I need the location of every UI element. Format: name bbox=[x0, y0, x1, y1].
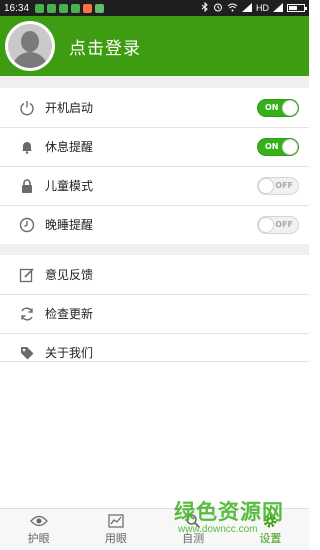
login-link[interactable]: 点击登录 bbox=[69, 34, 141, 59]
toggle-state: OFF bbox=[275, 219, 293, 229]
battery-level bbox=[289, 6, 297, 10]
late-sleep-toggle[interactable]: OFF bbox=[257, 215, 299, 234]
eye-icon bbox=[29, 513, 48, 529]
toggle-state: ON bbox=[265, 141, 279, 151]
refresh-icon bbox=[18, 305, 36, 323]
tag-icon bbox=[18, 344, 36, 362]
notification-icon bbox=[47, 3, 57, 13]
signal-icon bbox=[242, 2, 252, 14]
toggle-knob bbox=[258, 177, 274, 194]
notification-icon bbox=[95, 3, 105, 13]
toggle-state: OFF bbox=[275, 180, 293, 190]
setting-label: 开机启动 bbox=[45, 101, 94, 115]
setting-row-late-sleep-reminder[interactable]: 晚睡提醒 OFF bbox=[0, 205, 309, 244]
status-bar: 16:34 HD bbox=[0, 0, 309, 16]
status-time: 16:34 bbox=[4, 2, 30, 14]
action-label: 检查更新 bbox=[45, 307, 94, 321]
tab-label: 自测 bbox=[182, 532, 205, 545]
toggle-knob bbox=[282, 138, 298, 155]
startup-toggle[interactable]: ON bbox=[257, 98, 299, 117]
tab-self-test[interactable]: 自测 bbox=[155, 509, 232, 550]
setting-row-child-mode[interactable]: 儿童模式 OFF bbox=[0, 166, 309, 205]
tab-eye-care[interactable]: 护眼 bbox=[0, 509, 77, 550]
tab-label: 护眼 bbox=[27, 532, 50, 545]
search-icon bbox=[184, 513, 202, 529]
notification-icon bbox=[35, 3, 45, 13]
clock-icon bbox=[18, 216, 36, 234]
avatar-placeholder-icon bbox=[8, 24, 52, 68]
toggle-knob bbox=[282, 99, 298, 116]
toggle-knob bbox=[258, 216, 274, 233]
alarm-icon bbox=[213, 2, 223, 14]
setting-label: 晚睡提醒 bbox=[45, 218, 94, 232]
tab-label: 设置 bbox=[259, 532, 282, 545]
signal-icon bbox=[273, 2, 283, 14]
setting-row-rest-reminder[interactable]: 休息提醒 ON bbox=[0, 127, 309, 166]
child-mode-toggle[interactable]: OFF bbox=[257, 176, 299, 195]
notification-icon bbox=[71, 3, 81, 13]
battery-icon bbox=[287, 4, 307, 12]
feedback-item[interactable]: 意见反馈 bbox=[0, 255, 309, 294]
bottom-tab-bar: 护眼 用眼 自测 设置 bbox=[0, 508, 309, 550]
wifi-icon bbox=[227, 3, 238, 14]
toggle-state: ON bbox=[265, 102, 279, 112]
lock-icon bbox=[18, 177, 36, 195]
chart-icon bbox=[107, 513, 125, 529]
action-label: 意见反馈 bbox=[45, 268, 94, 282]
toggle-settings-list: 开机启动 ON 休息提醒 ON 儿童模式 OFF 晚睡提醒 OFF bbox=[0, 88, 309, 244]
section-divider bbox=[0, 244, 309, 255]
check-update-item[interactable]: 检查更新 bbox=[0, 294, 309, 333]
avatar[interactable] bbox=[5, 21, 55, 71]
list-end-divider bbox=[0, 361, 309, 362]
tab-label: 用眼 bbox=[104, 532, 127, 545]
rest-reminder-toggle[interactable]: ON bbox=[257, 137, 299, 156]
notification-icon bbox=[83, 3, 93, 13]
tab-eye-usage[interactable]: 用眼 bbox=[77, 509, 154, 550]
about-us-item[interactable]: 关于我们 bbox=[0, 333, 309, 372]
notification-icon bbox=[59, 3, 69, 13]
network-type: HD bbox=[256, 3, 269, 13]
profile-header[interactable]: 点击登录 bbox=[0, 16, 309, 76]
section-divider bbox=[0, 76, 309, 88]
power-icon bbox=[18, 99, 36, 117]
gear-icon bbox=[261, 513, 279, 529]
bell-icon bbox=[18, 138, 36, 156]
setting-row-startup[interactable]: 开机启动 ON bbox=[0, 88, 309, 127]
action-label: 关于我们 bbox=[45, 346, 94, 360]
edit-icon bbox=[18, 266, 36, 284]
action-settings-list: 意见反馈 检查更新 关于我们 bbox=[0, 255, 309, 372]
setting-label: 休息提醒 bbox=[45, 140, 94, 154]
tab-settings[interactable]: 设置 bbox=[232, 509, 309, 550]
bluetooth-icon bbox=[201, 1, 209, 14]
setting-label: 儿童模式 bbox=[45, 179, 94, 193]
